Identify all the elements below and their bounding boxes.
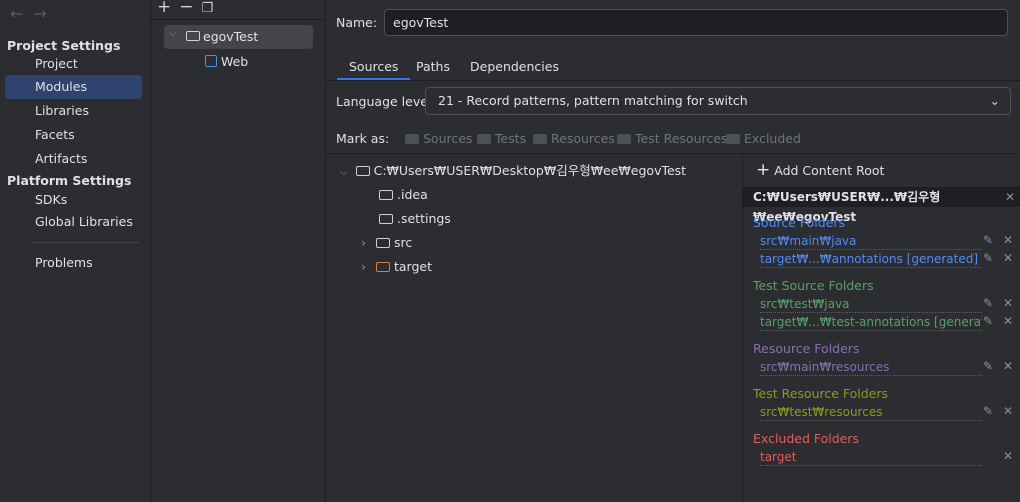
close-icon[interactable]: ✕ — [1005, 187, 1015, 207]
remove-icon[interactable]: ✕ — [1003, 296, 1013, 310]
resources-folder-icon — [533, 134, 547, 144]
add-icon[interactable]: + — [157, 0, 179, 17]
test-resources-folder-icon — [617, 134, 631, 144]
edit-icon[interactable]: ✎ — [983, 314, 993, 328]
section-project-settings: Project Settings — [7, 38, 121, 53]
remove-icon[interactable]: ✕ — [1003, 233, 1013, 247]
module-folder-icon — [186, 31, 200, 41]
language-level-value: 21 - Record patterns, pattern matching f… — [438, 93, 748, 108]
web-facet-icon — [205, 55, 217, 67]
folder-entry[interactable]: target₩...₩test-annotations [generated] — [760, 315, 982, 331]
folder-group-title: Resource Folders — [753, 341, 860, 356]
mark-sources-button[interactable]: Sources — [405, 131, 472, 146]
sidebar-item-global-libraries[interactable]: Global Libraries — [5, 210, 142, 234]
sidebar: ←→ Project Settings Project Modules Libr… — [0, 0, 151, 502]
folder-entry[interactable]: src₩test₩java — [760, 297, 982, 313]
remove-icon[interactable]: − — [179, 0, 201, 17]
folder-entry[interactable]: target₩...₩annotations [generated] — [760, 252, 982, 268]
remove-icon[interactable]: ✕ — [1003, 449, 1013, 463]
sidebar-item-libraries[interactable]: Libraries — [5, 99, 142, 123]
add-content-root-button[interactable]: + Add Content Root — [756, 160, 884, 180]
mark-excluded-button[interactable]: Excluded — [726, 131, 801, 146]
folder-group-title: Excluded Folders — [753, 431, 860, 446]
chevron-right-icon: › — [361, 235, 366, 250]
edit-icon[interactable]: ✎ — [983, 404, 993, 418]
tree-item[interactable]: .settings — [379, 207, 451, 231]
module-item-web[interactable]: Web — [205, 54, 248, 69]
module-list: +−❐ ⌵ egovTest Web — [151, 0, 326, 502]
folder-tree: ⌵ C:₩Users₩USER₩Desktop₩김우형₩ee₩egovTest .… — [326, 153, 742, 502]
nav-arrows[interactable]: ←→ — [10, 4, 57, 23]
tree-root[interactable]: ⌵ C:₩Users₩USER₩Desktop₩김우형₩ee₩egovTest — [340, 159, 686, 183]
tab-paths[interactable]: Paths — [404, 56, 462, 80]
folder-icon — [376, 238, 390, 248]
mark-tests-button[interactable]: Tests — [477, 131, 526, 146]
tree-item[interactable]: .idea — [379, 183, 428, 207]
tab-dependencies[interactable]: Dependencies — [458, 56, 571, 80]
module-settings: Name: Sources Paths Dependencies Languag… — [326, 0, 1020, 502]
name-label: Name: — [336, 15, 378, 30]
folder-entry[interactable]: src₩test₩resources — [760, 405, 982, 421]
content-root-panel: + Add Content Root C:₩Users₩USER₩...₩김우형… — [742, 153, 1020, 502]
folder-icon — [405, 134, 419, 144]
sidebar-item-project[interactable]: Project — [5, 52, 142, 76]
tree-item[interactable]: › target — [361, 255, 432, 279]
sidebar-item-facets[interactable]: Facets — [5, 123, 142, 147]
sidebar-item-modules[interactable]: Modules — [5, 75, 142, 99]
folder-group-title: Source Folders — [753, 215, 846, 230]
remove-icon[interactable]: ✕ — [1003, 359, 1013, 373]
language-level-select[interactable]: 21 - Record patterns, pattern matching f… — [425, 87, 1011, 115]
folder-icon — [355, 166, 370, 176]
edit-icon[interactable]: ✎ — [983, 296, 993, 310]
excluded-folder-icon — [376, 262, 390, 272]
remove-icon[interactable]: ✕ — [1003, 251, 1013, 265]
folder-group-title: Test Source Folders — [753, 278, 874, 293]
folder-icon — [726, 134, 740, 144]
chevron-down-icon: ⌄ — [989, 93, 1000, 108]
mark-resources-button[interactable]: Resources — [533, 131, 615, 146]
copy-icon[interactable]: ❐ — [202, 1, 222, 16]
section-platform-settings: Platform Settings — [7, 173, 132, 188]
remove-icon[interactable]: ✕ — [1003, 404, 1013, 418]
divider — [33, 242, 139, 243]
folder-icon — [477, 134, 491, 144]
tab-sources[interactable]: Sources — [337, 56, 411, 80]
folder-entry[interactable]: src₩main₩java — [760, 234, 982, 250]
folder-entry[interactable]: src₩main₩resources — [760, 360, 982, 376]
mark-as-label: Mark as: — [336, 131, 390, 146]
plus-icon: + — [756, 160, 771, 180]
edit-icon[interactable]: ✎ — [983, 359, 993, 373]
remove-icon[interactable]: ✕ — [1003, 314, 1013, 328]
chevron-right-icon: › — [361, 259, 366, 274]
folder-entry[interactable]: target — [760, 450, 982, 466]
sidebar-item-problems[interactable]: Problems — [5, 251, 142, 275]
tree-item[interactable]: › src — [361, 231, 412, 255]
folder-icon — [379, 190, 393, 200]
module-label: egovTest — [203, 29, 259, 44]
sidebar-item-artifacts[interactable]: Artifacts — [5, 147, 142, 171]
chevron-down-icon: ⌵ — [340, 167, 348, 178]
content-root-header: C:₩Users₩USER₩...₩김우형₩ee₩egovTest ✕ — [743, 187, 1020, 224]
chevron-down-icon[interactable]: ⌵ — [169, 28, 177, 39]
folder-group-title: Test Resource Folders — [753, 386, 889, 401]
folder-icon — [379, 214, 393, 224]
facet-label: Web — [220, 54, 249, 69]
mark-test-resources-button[interactable]: Test Resources — [617, 131, 727, 146]
language-level-label: Language level: — [336, 94, 436, 109]
edit-icon[interactable]: ✎ — [983, 233, 993, 247]
forward-icon[interactable]: → — [33, 4, 56, 23]
back-icon[interactable]: ← — [10, 4, 33, 23]
name-input[interactable] — [384, 9, 1008, 36]
sidebar-item-sdks[interactable]: SDKs — [5, 188, 142, 212]
module-item-egovtest[interactable]: ⌵ egovTest — [164, 25, 313, 49]
edit-icon[interactable]: ✎ — [983, 251, 993, 265]
